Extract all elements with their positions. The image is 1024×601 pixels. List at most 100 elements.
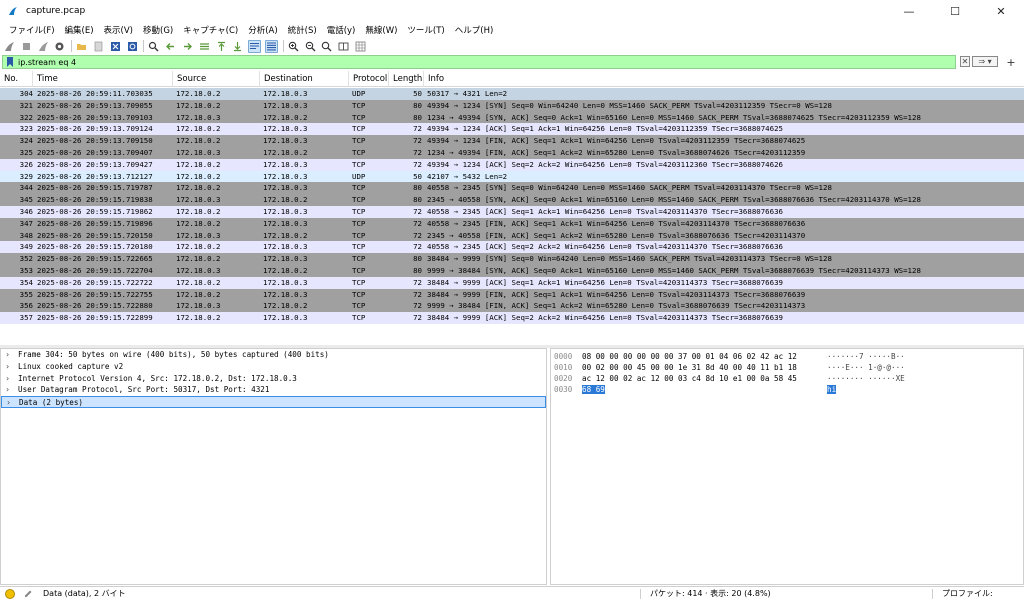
chevron-right-icon[interactable]: ›	[6, 349, 9, 361]
detail-tree-item[interactable]: › Frame 304: 50 bytes on wire (400 bits),…	[1, 349, 546, 361]
packet-row[interactable]: 345 2025-08-26 20:59:15.719838 172.18.0.3 1…	[0, 194, 1024, 206]
chevron-right-icon[interactable]: ›	[7, 397, 10, 409]
start-capture-button[interactable]	[3, 40, 16, 53]
packet-row[interactable]: 346 2025-08-26 20:59:15.719862 172.18.0.2 1…	[0, 205, 1024, 218]
packet-row[interactable]: 348 2025-08-26 20:59:15.720150 172.18.0.3 1…	[0, 229, 1024, 242]
menu-go[interactable]: 移動(G)	[138, 24, 178, 36]
restart-capture-button[interactable]	[37, 40, 50, 53]
cell-protocol: TCP	[352, 159, 366, 169]
normal-size-button[interactable]	[320, 40, 333, 53]
packet-row[interactable]: 356 2025-08-26 20:59:15.722880 172.18.0.3 1…	[0, 300, 1024, 313]
detail-tree-item[interactable]: › Data (2 bytes)	[1, 396, 546, 408]
menu-statistics[interactable]: 統計(S)	[283, 24, 322, 36]
capture-options-button[interactable]	[53, 40, 66, 53]
open-file-button[interactable]	[75, 40, 88, 53]
bytes-hex[interactable]: 00 02 00 00 45 00 00 1e 31 8d 40 00 40 1…	[582, 362, 797, 373]
menu-wireless[interactable]: 無線(W)	[360, 24, 402, 36]
packet-row[interactable]: 304 2025-08-26 20:59:11.703035 172.18.0.2 1…	[0, 88, 1024, 100]
chevron-right-icon[interactable]: ›	[6, 384, 9, 396]
cell-length: 80	[413, 254, 422, 264]
go-to-packet-button[interactable]	[198, 40, 211, 53]
edit-comment-icon[interactable]	[23, 589, 33, 599]
menu-view[interactable]: 表示(V)	[99, 24, 138, 36]
packet-row[interactable]: 324 2025-08-26 20:59:13.709150 172.18.0.2 1…	[0, 135, 1024, 147]
packet-row[interactable]: 353 2025-08-26 20:59:15.722704 172.18.0.3 1…	[0, 264, 1024, 277]
menu-capture[interactable]: キャプチャ(C)	[178, 24, 243, 36]
zoom-in-button[interactable]	[287, 40, 300, 53]
packet-row[interactable]: 349 2025-08-26 20:59:15.720180 172.18.0.2 1…	[0, 241, 1024, 254]
save-file-button[interactable]	[92, 40, 105, 53]
packet-row[interactable]: 354 2025-08-26 20:59:15.722722 172.18.0.2 1…	[0, 276, 1024, 289]
cell-no: 322	[19, 112, 33, 122]
menu-edit[interactable]: 編集(E)	[60, 24, 99, 36]
bytes-ascii-highlight[interactable]: hi	[827, 385, 837, 394]
packet-row[interactable]: 323 2025-08-26 20:59:13.709124 172.18.0.2 1…	[0, 123, 1024, 136]
bytes-ascii[interactable]: ········ ······XE	[827, 373, 905, 384]
bytes-hex[interactable]: 68 69	[582, 384, 605, 395]
bytes-ascii[interactable]: ·······7 ·····B··	[827, 351, 905, 362]
packet-row[interactable]: 357 2025-08-26 20:59:15.722899 172.18.0.2 1…	[0, 312, 1024, 324]
chevron-right-icon[interactable]: ›	[6, 373, 9, 385]
cell-destination: 172.18.0.2	[263, 195, 308, 205]
cell-no: 321	[19, 100, 33, 110]
minimize-button[interactable]: —	[886, 0, 932, 22]
column-header-info[interactable]: Info	[424, 71, 1024, 87]
menu-telephony[interactable]: 電話(y)	[322, 24, 361, 36]
packet-row[interactable]: 329 2025-08-26 20:59:13.712127 172.18.0.2 1…	[0, 170, 1024, 183]
close-button[interactable]: ✕	[978, 0, 1024, 22]
packet-bytes-pane: 0000 08 00 00 00 00 00 00 37 00 01 04 06 …	[550, 348, 1024, 585]
bytes-ascii[interactable]: hi	[827, 384, 837, 395]
menu-help[interactable]: ヘルプ(H)	[450, 24, 499, 36]
column-header-length[interactable]: Length	[389, 71, 424, 87]
detail-tree-item[interactable]: › User Datagram Protocol, Src Port: 50317…	[1, 384, 546, 396]
reload-file-button[interactable]	[126, 40, 139, 53]
stop-capture-button[interactable]	[20, 40, 33, 53]
cell-destination: 172.18.0.3	[263, 313, 308, 323]
apply-filter-button[interactable]: ⇒ ▾	[972, 56, 998, 67]
bookmark-icon[interactable]	[6, 57, 14, 67]
column-header-source[interactable]: Source	[173, 71, 260, 87]
go-forward-button[interactable]	[181, 40, 194, 53]
resize-columns-button[interactable]	[337, 40, 350, 53]
bytes-hex[interactable]: 08 00 00 00 00 00 00 37 00 01 04 06 02 4…	[582, 351, 797, 362]
close-file-button[interactable]	[109, 40, 122, 53]
menu-file[interactable]: ファイル(F)	[4, 24, 60, 36]
add-filter-button[interactable]: +	[1005, 55, 1017, 69]
menu-analyze[interactable]: 分析(A)	[243, 24, 282, 36]
expert-info-icon[interactable]	[5, 589, 15, 599]
packet-row[interactable]: 352 2025-08-26 20:59:15.722665 172.18.0.2 1…	[0, 253, 1024, 265]
column-header-no[interactable]: No.	[0, 71, 33, 87]
packet-row[interactable]: 321 2025-08-26 20:59:13.709055 172.18.0.2 1…	[0, 99, 1024, 112]
detail-tree-item[interactable]: › Linux cooked capture v2	[1, 361, 546, 373]
packet-row[interactable]: 355 2025-08-26 20:59:15.722755 172.18.0.2 1…	[0, 288, 1024, 301]
colorize-button[interactable]	[264, 39, 278, 53]
display-filter-input[interactable]: ip.stream eq 4	[2, 55, 956, 69]
packet-row[interactable]: 344 2025-08-26 20:59:15.719787 172.18.0.2 1…	[0, 182, 1024, 195]
column-grid-button[interactable]	[354, 40, 367, 53]
first-packet-button[interactable]	[215, 40, 228, 53]
packet-row[interactable]: 326 2025-08-26 20:59:13.709427 172.18.0.2 1…	[0, 158, 1024, 171]
bytes-ascii[interactable]: ····E··· 1·@·@···	[827, 362, 905, 373]
column-header-destination[interactable]: Destination	[260, 71, 349, 87]
column-header-protocol[interactable]: Protocol	[349, 71, 389, 87]
column-header-time[interactable]: Time	[33, 71, 173, 87]
packet-row[interactable]: 325 2025-08-26 20:59:13.709407 172.18.0.3 1…	[0, 146, 1024, 159]
cell-info: 49394 → 1234 [ACK] Seq=1 Ack=1 Win=64256…	[427, 124, 783, 134]
zoom-out-button[interactable]	[304, 40, 317, 53]
autoscroll-button[interactable]	[248, 39, 262, 53]
cell-source: 172.18.0.2	[176, 124, 221, 134]
find-packet-button[interactable]	[147, 40, 160, 53]
packet-row[interactable]: 347 2025-08-26 20:59:15.719896 172.18.0.2 1…	[0, 217, 1024, 230]
chevron-right-icon[interactable]: ›	[6, 361, 9, 373]
cell-no: 304	[19, 89, 33, 98]
maximize-button[interactable]: ☐	[932, 0, 978, 22]
go-back-button[interactable]	[164, 40, 177, 53]
status-profile[interactable]: プロファイル: Default	[942, 587, 1024, 601]
last-packet-button[interactable]	[231, 40, 244, 53]
packet-row[interactable]: 322 2025-08-26 20:59:13.709103 172.18.0.3 1…	[0, 111, 1024, 124]
bytes-hex[interactable]: ac 12 00 02 ac 12 00 03 c4 8d 10 e1 00 0…	[582, 373, 797, 384]
menu-tools[interactable]: ツール(T)	[402, 24, 449, 36]
clear-filter-button[interactable]: ✕	[960, 56, 970, 67]
detail-tree-item[interactable]: › Internet Protocol Version 4, Src: 172.1…	[1, 373, 546, 385]
bytes-hex-highlight[interactable]: 68 69	[582, 385, 605, 394]
